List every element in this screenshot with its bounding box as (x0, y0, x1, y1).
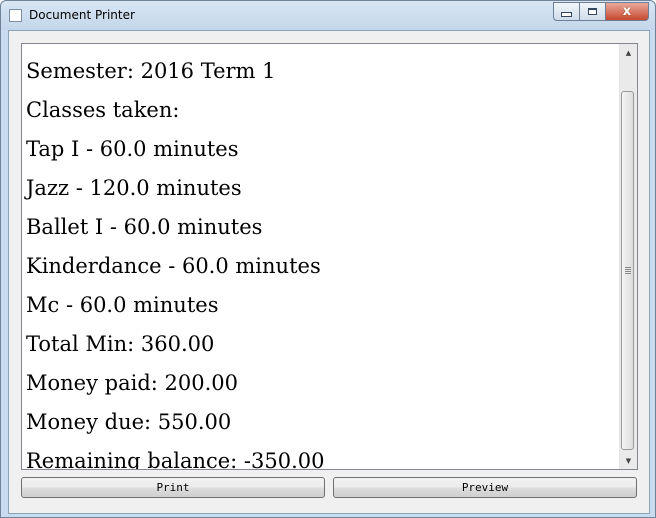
window-title: Document Printer (29, 8, 135, 22)
vertical-scrollbar[interactable]: ▲ ▼ (619, 44, 637, 469)
preview-button[interactable]: Preview (333, 477, 637, 498)
maximize-button[interactable] (579, 2, 605, 21)
minimize-button[interactable] (553, 2, 579, 21)
document-line: Total Min: 360.00 (26, 332, 215, 356)
scroll-up-arrow-icon[interactable]: ▲ (620, 44, 637, 61)
maximize-icon (588, 8, 597, 15)
scrollbar-thumb[interactable] (621, 91, 634, 450)
document-line: Remaining balance: -350.00 (26, 449, 325, 470)
document-line: Money paid: 200.00 (26, 371, 238, 395)
close-icon: x (622, 4, 632, 19)
caption-buttons: x (553, 2, 649, 21)
close-button[interactable]: x (605, 2, 649, 21)
title-bar[interactable]: Document Printer x (1, 1, 655, 30)
document-line: Classes taken: (26, 98, 180, 122)
print-button[interactable]: Print (21, 477, 325, 498)
document-content: Semester: 2016 Term 1 Classes taken: Tap I… (26, 52, 325, 470)
grip-icon (624, 267, 631, 274)
dialog-client-area: Semester: 2016 Term 1 Classes taken: Tap I… (8, 30, 650, 514)
document-text-area[interactable]: Semester: 2016 Term 1 Classes taken: Tap I… (21, 43, 638, 470)
document-line: Semester: 2016 Term 1 (26, 59, 276, 83)
document-line: Mc - 60.0 minutes (26, 293, 219, 317)
document-line: Ballet I - 60.0 minutes (26, 215, 263, 239)
document-line: Kinderdance - 60.0 minutes (26, 254, 321, 278)
document-printer-window: Document Printer x Semester: 2016 Term 1… (0, 0, 656, 518)
document-line: Money due: 550.00 (26, 410, 232, 434)
app-window-icon (9, 9, 22, 22)
minimize-icon (561, 12, 572, 17)
scroll-down-arrow-icon[interactable]: ▼ (620, 452, 637, 469)
document-line: Tap I - 60.0 minutes (26, 137, 239, 161)
document-line: Jazz - 120.0 minutes (26, 176, 242, 200)
